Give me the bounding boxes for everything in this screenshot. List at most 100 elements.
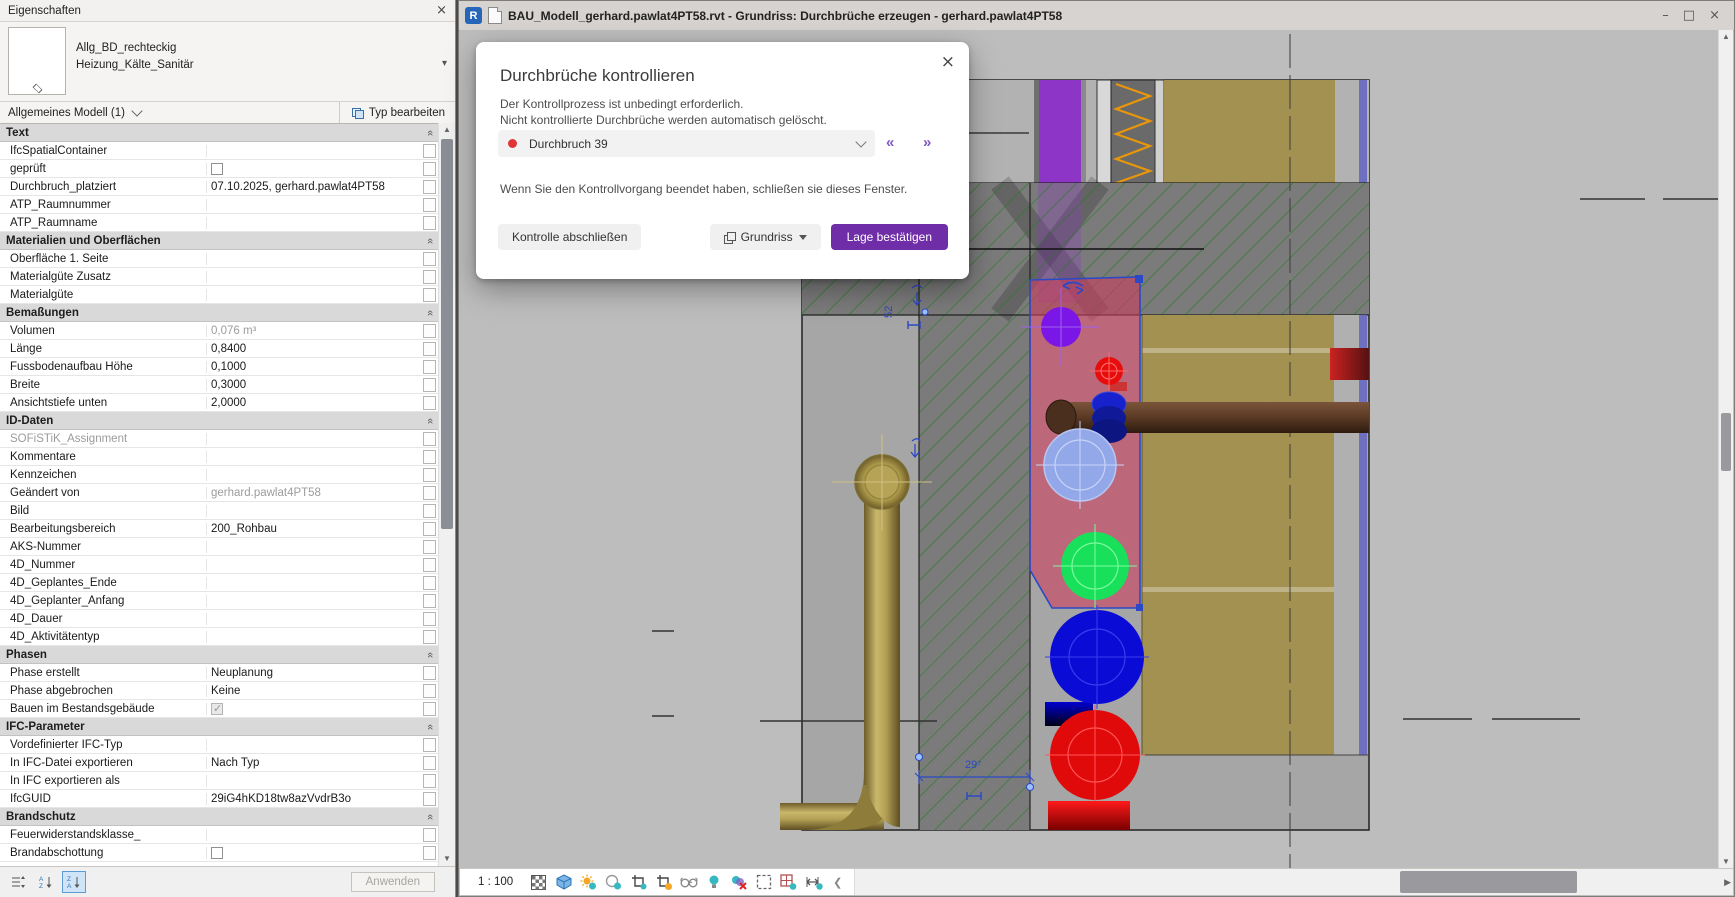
sun-path-icon[interactable] [579,873,598,892]
associate-parameter-button[interactable] [423,378,436,392]
property-value[interactable] [207,844,419,861]
section-header-brandschutz[interactable]: Brandschutz« [0,808,439,826]
associate-parameter-button[interactable] [423,594,436,608]
crop-visibility-icon[interactable] [654,873,673,892]
analytical-model-icon[interactable] [779,873,798,892]
property-value[interactable] [207,700,419,717]
tan-wall-top[interactable] [1164,80,1335,183]
scrollbar-thumb[interactable] [441,139,453,529]
section-header-phasen[interactable]: Phasen« [0,646,439,664]
close-icon[interactable]: × [941,52,955,72]
associate-parameter-button[interactable] [423,198,436,212]
associate-parameter-button[interactable] [423,612,436,626]
chevron-down-icon[interactable] [131,105,142,116]
property-value[interactable]: Nach Typ [207,754,419,771]
edit-type-button[interactable]: Typ bearbeiten [339,102,455,124]
property-value[interactable]: 0,076 m³ [207,322,419,339]
associate-parameter-button[interactable] [423,828,436,842]
scrollbar-thumb[interactable] [1721,413,1731,471]
selection-box-icon[interactable] [754,873,773,892]
associate-parameter-button[interactable] [423,558,436,572]
property-value[interactable]: 0,1000 [207,358,419,375]
panel-scrollbar[interactable]: ▲ ▼ [438,123,455,866]
checkbox[interactable] [211,163,223,175]
collapse-bar-icon[interactable]: ❮ [829,876,846,889]
associate-parameter-button[interactable] [423,216,436,230]
property-value[interactable] [207,574,419,591]
scale-button[interactable]: 1 : 100 [468,874,523,890]
property-value[interactable]: Keine [207,682,419,699]
property-value[interactable] [207,592,419,609]
associate-parameter-button[interactable] [423,450,436,464]
scrollbar-thumb[interactable] [1400,871,1577,893]
property-value[interactable] [207,610,419,627]
sort-az-icon[interactable]: AZ [34,871,58,893]
property-value[interactable] [207,286,419,303]
sort-za-icon[interactable]: ZA [62,871,86,893]
associate-parameter-button[interactable] [423,432,436,446]
property-value[interactable] [207,448,419,465]
associate-parameter-button[interactable] [423,342,436,356]
property-value[interactable] [207,736,419,753]
associate-parameter-button[interactable] [423,702,436,716]
section-header-text[interactable]: Text« [0,124,439,142]
property-value[interactable]: 0,8400 [207,340,419,357]
property-value[interactable]: gerhard.pawlat4PT58 [207,484,419,501]
scroll-up-icon[interactable]: ▲ [439,123,455,137]
section-header-id-daten[interactable]: ID-Daten« [0,412,439,430]
property-value[interactable] [207,466,419,483]
associate-parameter-button[interactable] [423,540,436,554]
section-header-materialien-und-oberfl-chen[interactable]: Materialien und Oberflächen« [0,232,439,250]
property-value[interactable] [207,826,419,843]
element-filter-label[interactable]: Allgemeines Modell (1) [0,107,125,119]
property-value[interactable] [207,628,419,645]
selection-grip[interactable] [1136,604,1143,611]
associate-parameter-button[interactable] [423,324,436,338]
reveal-hidden-icon[interactable] [704,873,723,892]
scroll-up-icon[interactable]: ▲ [1719,30,1733,44]
property-value[interactable]: 200_Rohbau [207,520,419,537]
crop-view-icon[interactable] [629,873,648,892]
detail-level-icon[interactable] [529,873,548,892]
associate-parameter-button[interactable] [423,774,436,788]
scroll-right-icon[interactable]: ▶ [1724,869,1731,895]
finish-control-button[interactable]: Kontrolle abschließen [498,224,641,250]
view-mode-button[interactable]: Grundriss [710,224,821,250]
checkbox[interactable] [211,703,223,715]
collapse-section-icon[interactable]: « [424,129,436,135]
maximize-icon[interactable]: □ [1683,8,1695,23]
chevron-down-icon[interactable]: ▾ [442,58,447,69]
selection-grip[interactable] [1135,275,1143,283]
worksets-icon[interactable] [729,873,748,892]
section-header-ifc-parameter[interactable]: IFC-Parameter« [0,718,439,736]
properties-panel-header[interactable]: Eigenschaften × [0,0,455,22]
property-value[interactable] [207,538,419,555]
purple-duct-wall[interactable] [1038,80,1081,183]
property-value[interactable] [207,502,419,519]
associate-parameter-button[interactable] [423,684,436,698]
property-value[interactable] [207,142,419,159]
associate-parameter-button[interactable] [423,522,436,536]
property-value[interactable] [207,556,419,573]
collapse-section-icon[interactable]: « [424,651,436,657]
associate-parameter-button[interactable] [423,396,436,410]
sort-default-icon[interactable] [6,871,30,893]
associate-parameter-button[interactable] [423,180,436,194]
property-value[interactable]: 2,0000 [207,394,419,411]
hide-isolate-icon[interactable] [679,873,698,892]
property-value[interactable]: Neuplanung [207,664,419,681]
associate-parameter-button[interactable] [423,288,436,302]
next-button[interactable]: » [923,134,931,151]
associate-parameter-button[interactable] [423,252,436,266]
scroll-down-icon[interactable]: ▼ [1719,855,1733,869]
associate-parameter-button[interactable] [423,144,436,158]
property-value[interactable] [207,214,419,231]
associate-parameter-button[interactable] [423,360,436,374]
collapse-section-icon[interactable]: « [424,309,436,315]
property-value[interactable] [207,250,419,267]
durchbruch-dropdown[interactable]: Durchbruch 39 [498,130,875,157]
tan-wall-right[interactable] [1142,315,1334,755]
close-icon[interactable]: × [1709,8,1720,23]
vertical-scrollbar[interactable]: ▲ ▼ [1718,30,1733,869]
property-value[interactable]: 0,3000 [207,376,419,393]
